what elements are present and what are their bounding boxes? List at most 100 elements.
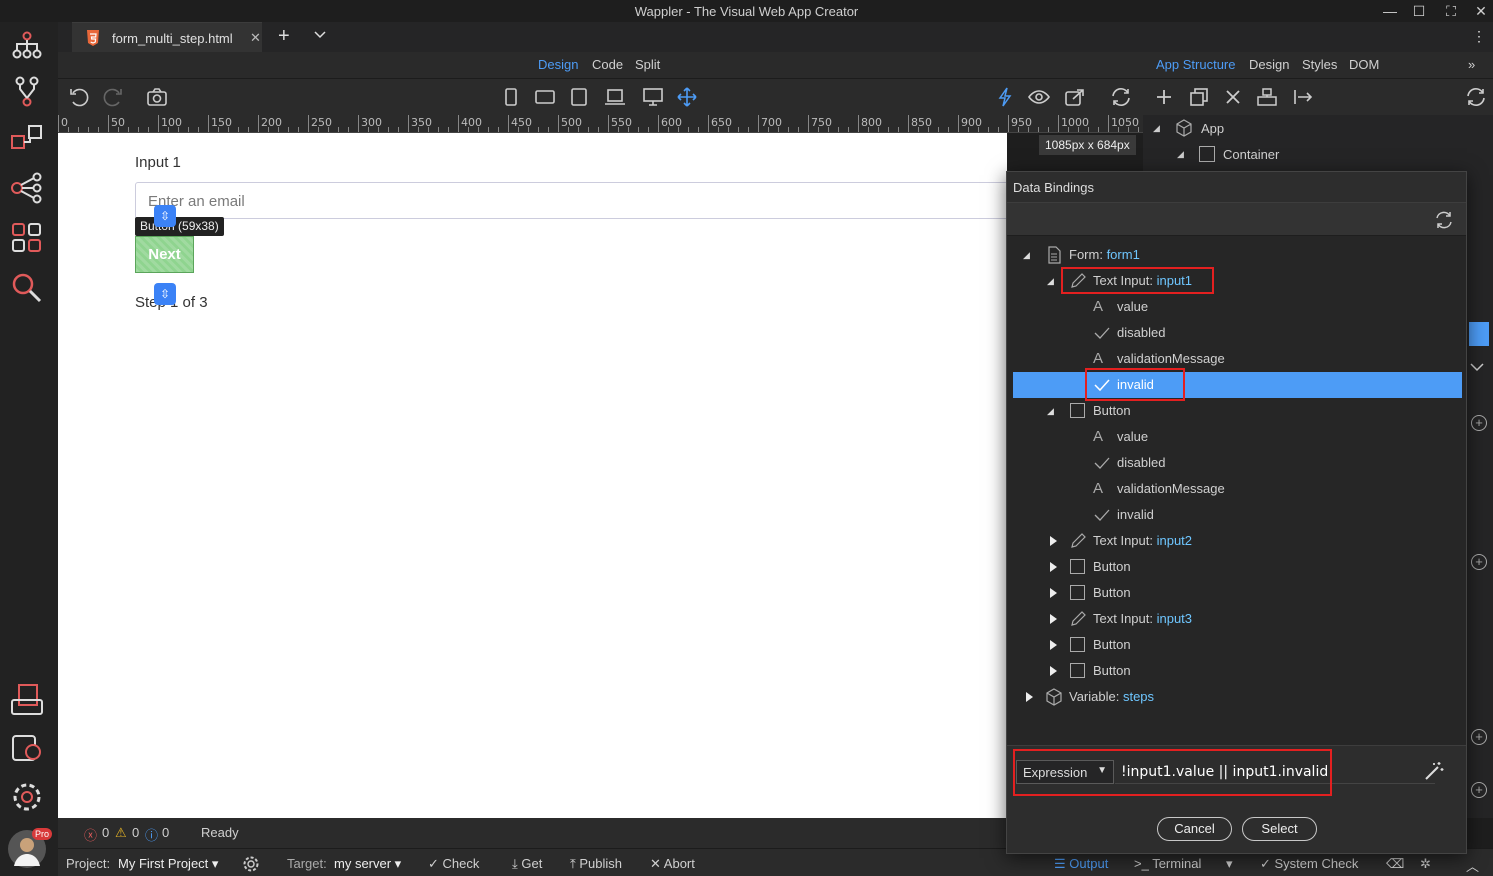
output-tab[interactable]: ☰ Output: [1054, 856, 1108, 872]
tree-node-button[interactable]: Button: [1013, 632, 1462, 658]
magic-wand-icon[interactable]: [1423, 760, 1445, 782]
collapse-arrow-icon[interactable]: ◢: [1047, 276, 1054, 287]
delete-x-icon[interactable]: [1222, 87, 1244, 107]
device-laptop-icon[interactable]: [604, 87, 626, 107]
tree-node-button[interactable]: Button: [1013, 580, 1462, 606]
email-input[interactable]: Enter an email: [135, 182, 1007, 219]
collapse-arrow-icon[interactable]: ◢: [1153, 123, 1160, 134]
live-lightning-icon[interactable]: [994, 87, 1016, 107]
extensions-icon[interactable]: [9, 730, 45, 766]
redo-icon[interactable]: [102, 87, 124, 107]
add-element-icon[interactable]: [1153, 87, 1175, 107]
device-desktop-icon[interactable]: [642, 87, 664, 107]
tree-prop-disabled[interactable]: disabled: [1013, 320, 1462, 346]
collapse-arrow-icon[interactable]: ◢: [1023, 250, 1030, 261]
tree-prop-invalid-selected[interactable]: invalid: [1013, 372, 1462, 398]
next-button[interactable]: Next: [135, 236, 194, 273]
tree-node-form[interactable]: ◢ Form: form1: [1013, 242, 1462, 268]
tree-prop-validation-message[interactable]: A validationMessage: [1013, 476, 1462, 502]
expand-arrow-icon[interactable]: [1026, 692, 1033, 702]
share-nodes-icon[interactable]: [9, 170, 45, 206]
tree-prop-validation-message[interactable]: A validationMessage: [1013, 346, 1462, 372]
dom-panel-tab[interactable]: DOM: [1349, 57, 1379, 72]
terminal-tab[interactable]: >_ Terminal: [1134, 856, 1201, 871]
styles-panel-tab[interactable]: Styles: [1302, 57, 1337, 72]
refresh-icon[interactable]: [1110, 87, 1132, 107]
tree-prop-value[interactable]: A value: [1013, 294, 1462, 320]
fullscreen-button[interactable]: ⛶: [1441, 2, 1461, 20]
close-window-button[interactable]: ✕: [1471, 2, 1491, 20]
add-circle-icon[interactable]: +: [1471, 782, 1487, 798]
expand-arrow-icon[interactable]: [1050, 666, 1057, 676]
expand-arrow-icon[interactable]: [1050, 536, 1057, 546]
components-icon[interactable]: [9, 220, 45, 256]
device-phone-icon[interactable]: [500, 87, 522, 107]
add-circle-icon[interactable]: +: [1471, 415, 1487, 431]
deploy-icon[interactable]: [9, 682, 45, 718]
design-panel-tab[interactable]: Design: [1249, 57, 1289, 72]
add-circle-icon[interactable]: +: [1471, 729, 1487, 745]
add-circle-icon[interactable]: +: [1471, 554, 1487, 570]
check-button[interactable]: ✓ Check: [428, 856, 479, 872]
app-structure-tab[interactable]: App Structure: [1156, 57, 1236, 72]
full-width-arrows-icon[interactable]: [676, 87, 698, 107]
new-tab-icon[interactable]: +: [278, 25, 290, 48]
settings-gear-icon[interactable]: [9, 779, 45, 815]
tab-list-chevron-icon[interactable]: [314, 30, 326, 40]
expand-arrow-icon[interactable]: [1050, 562, 1057, 572]
collapse-arrow-icon[interactable]: ◢: [1177, 149, 1184, 160]
select-button[interactable]: Select: [1242, 817, 1317, 841]
close-tab-icon[interactable]: ✕: [250, 30, 261, 46]
collapse-panel-chevron-icon[interactable]: ︿: [1466, 856, 1479, 875]
git-branch-icon[interactable]: [9, 74, 45, 110]
view-code-tab[interactable]: Code: [592, 57, 623, 72]
design-canvas[interactable]: Input 1 Enter an email Button (59x38) ⇳ …: [58, 133, 1007, 818]
maximize-button[interactable]: ☐: [1409, 2, 1429, 20]
insert-handle-icon[interactable]: ⇳: [154, 283, 176, 305]
expand-panels-icon[interactable]: »: [1468, 57, 1475, 72]
tree-node-button[interactable]: ◢ Button: [1013, 398, 1462, 424]
move-out-icon[interactable]: [1292, 87, 1314, 107]
system-check-button[interactable]: ✓ System Check: [1260, 856, 1358, 872]
minimize-button[interactable]: —: [1380, 2, 1400, 20]
abort-button[interactable]: ✕ Abort: [650, 856, 695, 872]
tree-prop-invalid[interactable]: invalid: [1013, 502, 1462, 528]
refresh-bindings-icon[interactable]: [1434, 210, 1454, 230]
expand-arrow-icon[interactable]: [1050, 588, 1057, 598]
expand-arrow-icon[interactable]: [1050, 640, 1057, 650]
refresh-structure-icon[interactable]: [1465, 87, 1487, 107]
collapse-arrow-icon[interactable]: ◢: [1047, 406, 1054, 417]
tree-prop-value[interactable]: A value: [1013, 424, 1462, 450]
more-options-icon[interactable]: ⋮: [1472, 28, 1486, 45]
tree-node-variable[interactable]: Variable: steps: [1013, 684, 1462, 710]
terminal-dropdown-icon[interactable]: ▾: [1226, 856, 1233, 872]
wrap-element-icon[interactable]: [1256, 87, 1278, 107]
tree-prop-disabled[interactable]: disabled: [1013, 450, 1462, 476]
tree-node-input3[interactable]: Text Input: input3: [1013, 606, 1462, 632]
info-icon[interactable]: ⓘ: [145, 825, 158, 844]
app-structure-icon[interactable]: [9, 28, 45, 64]
device-phone-landscape-icon[interactable]: [534, 87, 556, 107]
preview-eye-icon[interactable]: [1028, 87, 1050, 107]
cancel-button[interactable]: Cancel: [1157, 817, 1232, 841]
error-icon[interactable]: ⓧ: [84, 825, 97, 844]
eraser-icon[interactable]: ⌫: [1386, 856, 1404, 872]
screenshot-camera-icon[interactable]: [146, 87, 168, 107]
undo-icon[interactable]: [68, 87, 90, 107]
expand-arrow-icon[interactable]: [1050, 614, 1057, 624]
get-button[interactable]: ⤓ Get: [512, 856, 542, 872]
debug-bug-icon[interactable]: ✲: [1420, 856, 1431, 872]
target-select[interactable]: my server ▾: [334, 856, 401, 872]
device-tablet-icon[interactable]: [568, 87, 590, 107]
search-icon[interactable]: [9, 270, 45, 306]
server-connect-icon[interactable]: [9, 122, 45, 158]
view-design-tab[interactable]: Design: [538, 57, 578, 72]
duplicate-icon[interactable]: [1188, 87, 1210, 107]
chevron-down-icon[interactable]: [1469, 361, 1485, 373]
project-settings-gear-icon[interactable]: [242, 855, 260, 873]
open-external-icon[interactable]: [1064, 87, 1086, 107]
warning-icon[interactable]: ⚠: [115, 825, 127, 841]
tree-node-input2[interactable]: Text Input: input2: [1013, 528, 1462, 554]
publish-button[interactable]: ⤒ Publish: [570, 856, 622, 872]
view-split-tab[interactable]: Split: [635, 57, 660, 72]
